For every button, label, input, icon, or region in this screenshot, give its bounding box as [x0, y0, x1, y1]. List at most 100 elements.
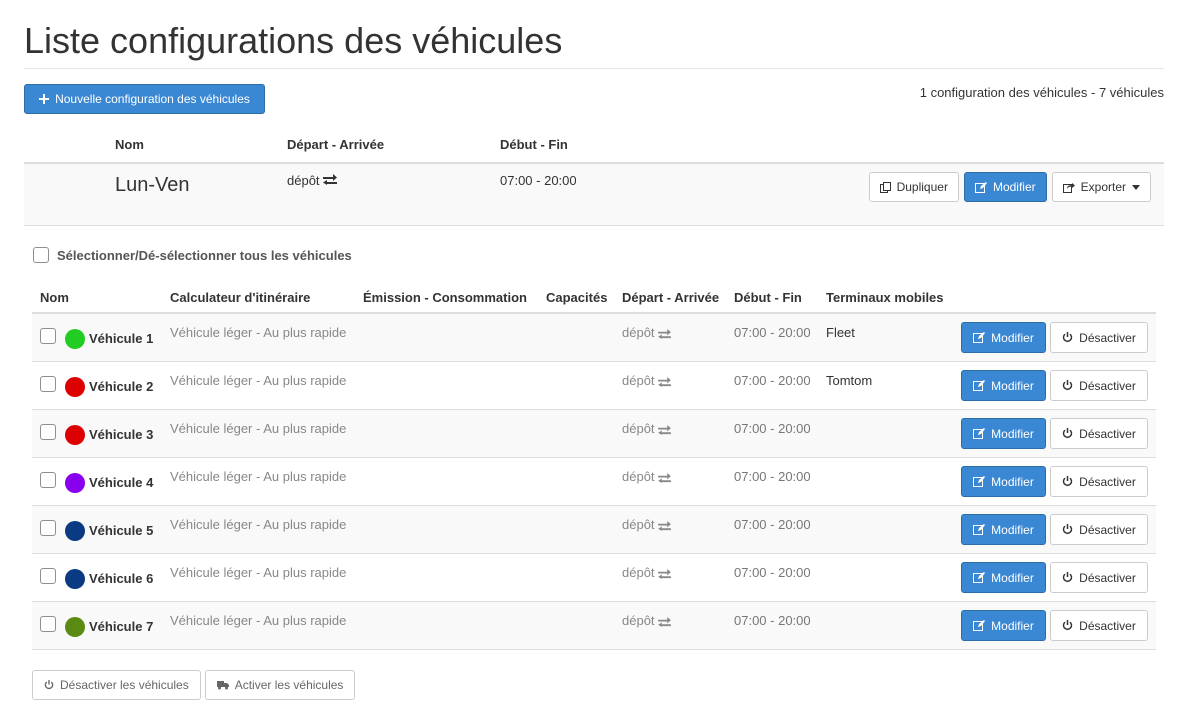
config-edit-button[interactable]: Modifier [963, 172, 1047, 202]
vehicle-deactivate-button[interactable]: Désactiver [1050, 610, 1148, 641]
vehicle-depart: dépôt [622, 373, 672, 388]
duplicate-button[interactable]: Dupliquer [868, 172, 959, 202]
vehicle-edit-label: Modifier [991, 522, 1034, 537]
power-icon [44, 680, 54, 690]
power-icon [1062, 380, 1073, 391]
vehicle-checkbox[interactable] [40, 376, 56, 392]
vehicle-row: Véhicule 3 Véhicule léger - Au plus rapi… [32, 410, 1156, 458]
config-name: Lun-Ven [115, 174, 190, 196]
vehicle-checkbox[interactable] [40, 520, 56, 536]
vehicle-name: Véhicule 7 [89, 619, 154, 634]
vehicle-checkbox[interactable] [40, 424, 56, 440]
vehicle-deactivate-label: Désactiver [1079, 474, 1136, 489]
export-dropdown-button[interactable]: Exporter [1051, 172, 1151, 202]
edit-icon [973, 332, 986, 343]
vehicle-edit-button[interactable]: Modifier [961, 466, 1046, 497]
vehicle-header-name: Nom [40, 290, 69, 305]
exchange-icon [658, 568, 672, 579]
vehicle-router: Véhicule léger - Au plus rapide [170, 421, 347, 436]
vehicle-color-dot [65, 569, 85, 589]
vehicle-depart: dépôt [622, 517, 672, 532]
exchange-icon [323, 174, 338, 185]
vehicle-depart-text: dépôt [622, 613, 655, 628]
vehicle-edit-button[interactable]: Modifier [961, 322, 1046, 353]
vehicle-edit-label: Modifier [991, 378, 1034, 393]
vehicle-depart: dépôt [622, 613, 672, 628]
exchange-icon [658, 424, 672, 435]
vehicle-edit-button[interactable]: Modifier [961, 514, 1046, 545]
vehicle-router: Véhicule léger - Au plus rapide [170, 325, 347, 340]
vehicle-deactivate-button[interactable]: Désactiver [1050, 466, 1148, 497]
vehicle-actions: Modifier Désactiver [961, 322, 1148, 353]
vehicle-depart-text: dépôt [622, 517, 655, 532]
edit-icon [973, 428, 986, 439]
vehicle-row: Véhicule 1 Véhicule léger - Au plus rapi… [32, 314, 1156, 362]
vehicle-deactivate-button[interactable]: Désactiver [1050, 370, 1148, 401]
vehicle-edit-button[interactable]: Modifier [961, 418, 1046, 449]
vehicle-name: Véhicule 6 [89, 571, 154, 586]
vehicle-row: Véhicule 2 Véhicule léger - Au plus rapi… [32, 362, 1156, 410]
config-header-depart: Départ - Arrivée [287, 137, 385, 152]
vehicle-router: Véhicule léger - Au plus rapide [170, 565, 347, 580]
vehicle-deactivate-button[interactable]: Désactiver [1050, 514, 1148, 545]
edit-icon [973, 572, 986, 583]
share-icon [1062, 182, 1075, 193]
vehicle-checkbox[interactable] [40, 616, 56, 632]
vehicle-deactivate-button[interactable]: Désactiver [1050, 418, 1148, 449]
deactivate-vehicles-label: Désactiver les véhicules [60, 678, 189, 692]
vehicle-row: Véhicule 7 Véhicule léger - Au plus rapi… [32, 602, 1156, 650]
vehicle-actions: Modifier Désactiver [961, 370, 1148, 401]
vehicle-color-dot [65, 473, 85, 493]
power-icon [1062, 524, 1073, 535]
select-all-checkbox[interactable] [33, 247, 49, 263]
exchange-icon [658, 328, 672, 339]
vehicle-time: 07:00 - 20:00 [734, 565, 811, 580]
vehicle-checkbox[interactable] [40, 328, 56, 344]
vehicle-deactivate-label: Désactiver [1079, 618, 1136, 633]
vehicle-time: 07:00 - 20:00 [734, 421, 811, 436]
vehicle-depart: dépôt [622, 469, 672, 484]
vehicle-header-time: Début - Fin [734, 290, 802, 305]
title-divider [24, 68, 1164, 69]
vehicle-table-header: Nom Calculateur d'itinéraire Émission - … [32, 282, 1156, 314]
page-title: Liste configurations des véhicules [24, 20, 563, 61]
config-depart: dépôt [287, 173, 338, 188]
caret-down-icon [1132, 184, 1140, 190]
vehicle-actions: Modifier Désactiver [961, 610, 1148, 641]
vehicle-edit-label: Modifier [991, 570, 1034, 585]
edit-icon [973, 380, 986, 391]
vehicle-checkbox[interactable] [40, 472, 56, 488]
vehicle-color-dot [65, 377, 85, 397]
vehicle-time: 07:00 - 20:00 [734, 325, 811, 340]
select-all-toggle[interactable]: Sélectionner/Dé-sélectionner tous les vé… [33, 247, 352, 263]
vehicle-checkbox[interactable] [40, 568, 56, 584]
vehicle-deactivate-button[interactable]: Désactiver [1050, 562, 1148, 593]
vehicle-edit-label: Modifier [991, 330, 1034, 345]
new-config-button[interactable]: Nouvelle configuration des véhicules [24, 84, 265, 114]
vehicle-table: Nom Calculateur d'itinéraire Émission - … [32, 282, 1156, 650]
vehicle-name: Véhicule 2 [89, 379, 154, 394]
vehicle-edit-label: Modifier [991, 474, 1034, 489]
bulk-actions: Désactiver les véhicules Activer les véh… [32, 670, 356, 700]
vehicle-deactivate-label: Désactiver [1079, 570, 1136, 585]
config-header-name: Nom [115, 137, 144, 152]
edit-icon [973, 476, 986, 487]
vehicle-name: Véhicule 3 [89, 427, 154, 442]
new-config-label: Nouvelle configuration des véhicules [55, 92, 250, 106]
duplicate-label: Dupliquer [896, 180, 948, 194]
edit-icon [973, 620, 986, 631]
config-edit-label: Modifier [992, 180, 1036, 194]
vehicle-depart-text: dépôt [622, 325, 655, 340]
vehicle-header-capacities: Capacités [546, 290, 608, 305]
vehicle-edit-button[interactable]: Modifier [961, 562, 1046, 593]
vehicle-deactivate-button[interactable]: Désactiver [1050, 322, 1148, 353]
vehicle-time: 07:00 - 20:00 [734, 613, 811, 628]
vehicle-terminal: Fleet [826, 325, 855, 340]
activate-vehicles-button[interactable]: Activer les véhicules [204, 670, 356, 700]
vehicle-edit-button[interactable]: Modifier [961, 610, 1046, 641]
deactivate-vehicles-button[interactable]: Désactiver les véhicules [32, 670, 201, 700]
power-icon [1062, 476, 1073, 487]
vehicle-edit-button[interactable]: Modifier [961, 370, 1046, 401]
copy-icon [879, 181, 891, 193]
vehicle-depart: dépôt [622, 565, 672, 580]
